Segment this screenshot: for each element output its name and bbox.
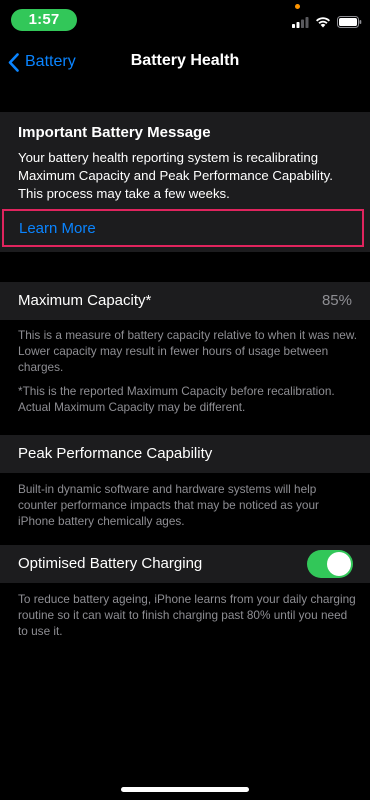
home-indicator[interactable]: [121, 787, 249, 792]
peak-performance-description: Built-in dynamic software and hardware s…: [18, 482, 319, 528]
page-title: Battery Health: [130, 52, 240, 69]
learn-more-link[interactable]: Learn More: [2, 209, 364, 247]
message-title: Important Battery Message: [18, 124, 211, 141]
wifi-icon: [316, 17, 330, 28]
privacy-indicator-dot: [295, 4, 300, 9]
message-body: Your battery health reporting system is …: [18, 150, 333, 201]
maximum-capacity-label: Maximum Capacity*: [18, 292, 152, 309]
important-message-section: Important Battery Message Your battery h…: [0, 112, 370, 252]
optimised-charging-toggle[interactable]: [307, 550, 353, 578]
optimised-charging-description: To reduce battery ageing, iPhone learns …: [18, 592, 356, 638]
peak-performance-row: Peak Performance Capability: [0, 435, 370, 473]
peak-performance-label: Peak Performance Capability: [18, 445, 213, 462]
status-time[interactable]: 1:57: [11, 9, 77, 31]
cellular-signal-icon: [292, 17, 309, 28]
navigation-bar: Battery Battery Health: [0, 40, 370, 84]
battery-icon: [337, 16, 362, 28]
optimised-charging-label: Optimised Battery Charging: [18, 555, 203, 572]
maximum-capacity-note: *This is the reported Maximum Capacity b…: [18, 384, 335, 414]
toggle-knob: [327, 552, 351, 576]
maximum-capacity-row: Maximum Capacity* 85%: [0, 282, 370, 320]
maximum-capacity-description: This is a measure of battery capacity re…: [18, 328, 357, 374]
status-icons: [292, 14, 362, 28]
learn-more-label: Learn More: [19, 220, 96, 237]
status-bar: 1:57: [0, 0, 370, 40]
optimised-charging-row: Optimised Battery Charging: [0, 545, 370, 583]
maximum-capacity-value: 85%: [321, 292, 352, 309]
